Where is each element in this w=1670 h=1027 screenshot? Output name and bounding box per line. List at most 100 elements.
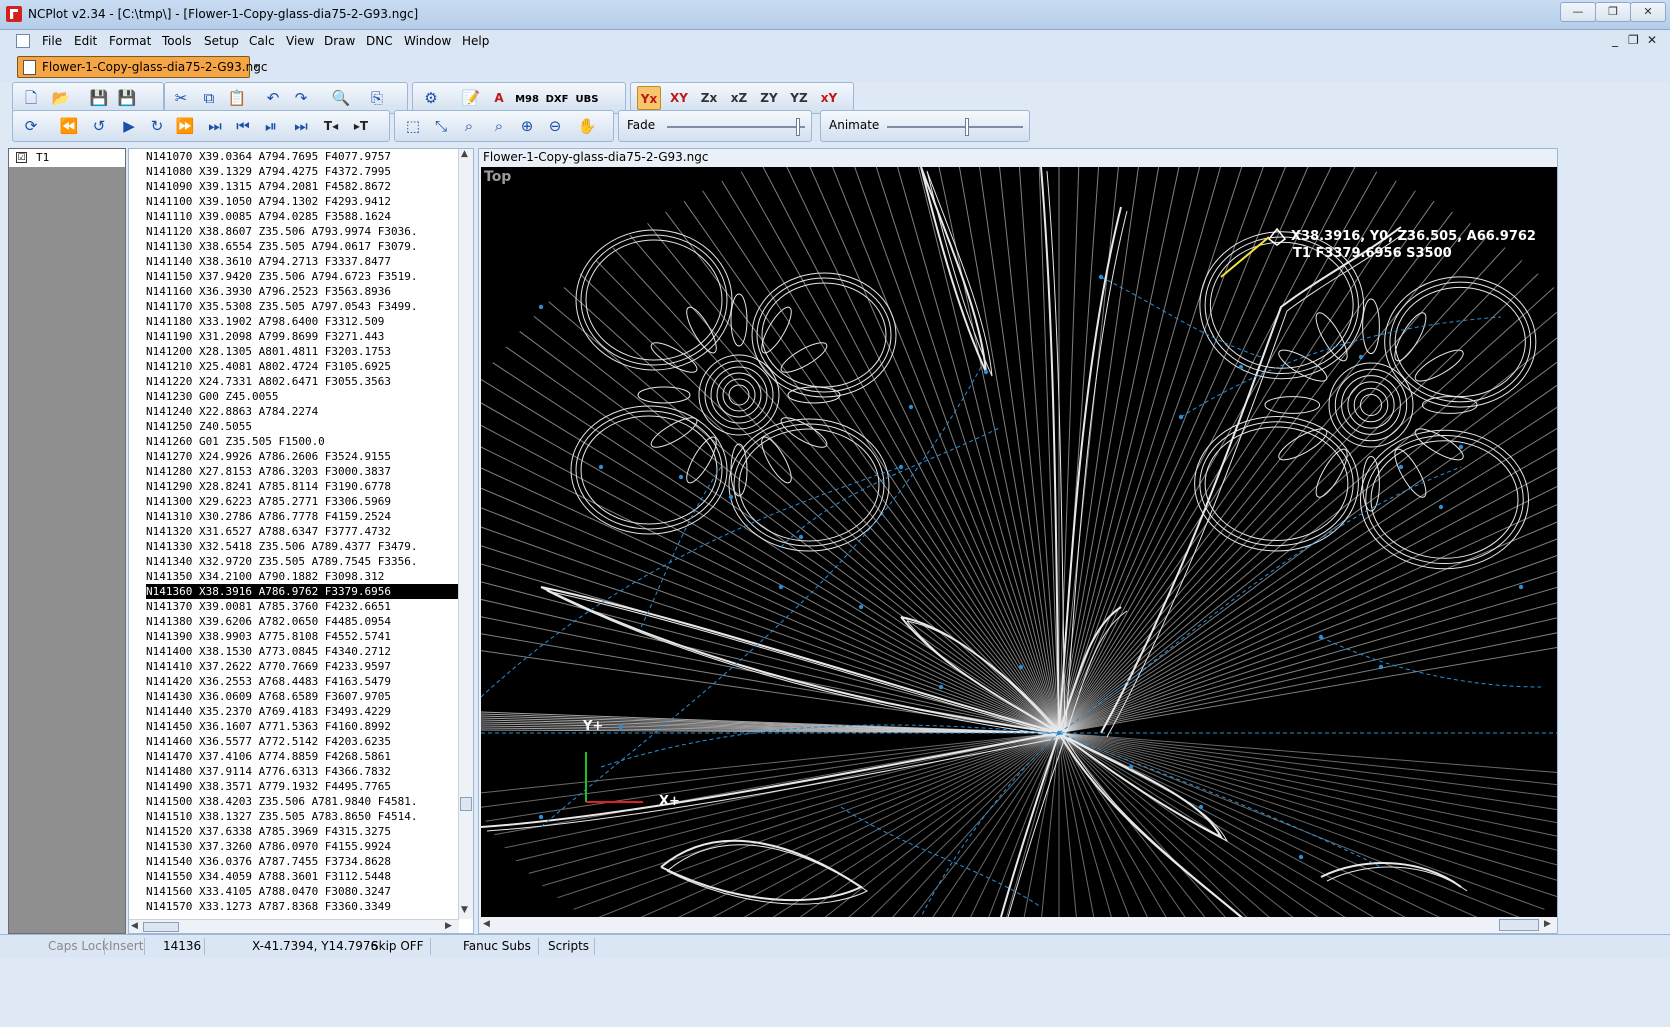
zoom-in-icon[interactable]: ⊕	[515, 114, 539, 138]
menu-view[interactable]: View	[286, 34, 314, 48]
code-line[interactable]: N141500 X38.4203 Z35.506 A781.9840 F4581…	[146, 794, 461, 809]
editor-vertical-scrollbar[interactable]: ▲ ▼	[458, 149, 473, 919]
cut-icon[interactable]: ✂	[169, 86, 193, 110]
step-forward-icon[interactable]: ↻	[145, 114, 169, 138]
minimize-button[interactable]: —	[1560, 2, 1596, 22]
copy-icon[interactable]: ⧉	[197, 86, 221, 110]
document-tab[interactable]: Flower-1-Copy-glass-dia75-2-G93.ngc	[17, 56, 267, 78]
menu-dnc[interactable]: DNC	[366, 34, 393, 48]
code-line[interactable]: N141160 X36.3930 A796.2523 F3563.8936	[146, 284, 461, 299]
mdi-minimize-button[interactable]: _	[1612, 33, 1618, 47]
code-line[interactable]: N141450 X36.1607 A771.5363 F4160.8992	[146, 719, 461, 734]
code-line[interactable]: N141260 G01 Z35.505 F1500.0	[146, 434, 461, 449]
renumber-icon[interactable]: ⎘	[365, 86, 389, 110]
code-line[interactable]: N141560 X33.4105 A788.0470 F3080.3247	[146, 884, 461, 899]
code-line[interactable]: N141200 X28.1305 A801.4811 F3203.1753	[146, 344, 461, 359]
code-line[interactable]: N141490 X38.3571 A779.1932 F4495.7765	[146, 779, 461, 794]
save-icon[interactable]: 💾	[87, 86, 111, 110]
scripts-button[interactable]: Scripts	[548, 939, 589, 953]
gfx-scroll-thumb[interactable]	[1499, 919, 1539, 931]
code-line[interactable]: N141400 X38.1530 A773.0845 F4340.2712	[146, 644, 461, 659]
zoom-x-icon[interactable]: ⤡	[429, 114, 453, 138]
code-line[interactable]: N141410 X37.2622 A770.7669 F4233.9597	[146, 659, 461, 674]
code-line[interactable]: N141220 X24.7331 A802.6471 F3055.3563	[146, 374, 461, 389]
menu-window[interactable]: Window	[404, 34, 451, 48]
plane-zy-button[interactable]: ZY	[757, 86, 781, 110]
code-line-selected[interactable]: N141360 X38.3916 A786.9762 F3379.6956	[146, 584, 461, 599]
code-line[interactable]: N141280 X27.8153 A786.3203 F3000.3837	[146, 464, 461, 479]
machine-icon[interactable]: ⚙	[419, 86, 443, 110]
menu-file[interactable]: File	[42, 34, 62, 48]
code-line[interactable]: N141140 X38.3610 A794.2713 F3337.8477	[146, 254, 461, 269]
code-line[interactable]: N141210 X25.4081 A802.4724 F3105.6925	[146, 359, 461, 374]
code-line[interactable]: N141230 G00 Z45.0055	[146, 389, 461, 404]
refresh-icon[interactable]: ⟳	[19, 114, 43, 138]
fanuc-subs-button[interactable]: Fanuc Subs	[463, 939, 531, 953]
zoom-window-icon[interactable]: ⬚	[401, 114, 425, 138]
editor-hscroll-thumb[interactable]	[143, 922, 179, 932]
zoom-all-icon[interactable]: ⌕	[457, 114, 481, 138]
toolpath-canvas[interactable]	[481, 167, 1557, 917]
code-line[interactable]: N141370 X39.0081 A785.3760 F4232.6651	[146, 599, 461, 614]
font-icon[interactable]: A	[487, 86, 511, 110]
code-line[interactable]: N141380 X39.6206 A782.0650 F4485.0954	[146, 614, 461, 629]
fade-thumb[interactable]	[796, 118, 800, 136]
code-line[interactable]: N141330 X32.5418 Z35.506 A789.4377 F3479…	[146, 539, 461, 554]
code-line[interactable]: N141350 X34.2100 A790.1882 F3098.312	[146, 569, 461, 584]
close-button[interactable]: ✕	[1630, 2, 1666, 22]
scroll-right-icon[interactable]: ▶	[445, 921, 452, 931]
code-line[interactable]: N141470 X37.4106 A774.8859 F4268.5861	[146, 749, 461, 764]
mdi-restore-button[interactable]: ❐	[1628, 33, 1639, 47]
code-line[interactable]: N141460 X36.5577 A772.5142 F4203.6235	[146, 734, 461, 749]
code-line[interactable]: N141110 X39.0085 A794.0285 F3588.1624	[146, 209, 461, 224]
code-line[interactable]: N141310 X30.2786 A786.7778 F4159.2524	[146, 509, 461, 524]
code-editor[interactable]: N141070 X39.0364 A794.7695 F4077.9757 N14…	[128, 148, 474, 934]
pan-hand-icon[interactable]: ✋	[575, 114, 599, 138]
tool-checkbox[interactable]: ☑	[16, 152, 27, 163]
code-line[interactable]: N141320 X31.6527 A788.6347 F3777.4732	[146, 524, 461, 539]
code-line[interactable]: N141170 X35.5308 Z35.505 A797.0543 F3499…	[146, 299, 461, 314]
fast-forward-icon[interactable]: ⏩	[173, 114, 197, 138]
plane-xz-button[interactable]: xZ	[727, 86, 751, 110]
code-line[interactable]: N141190 X31.2098 A799.8699 F3271.443	[146, 329, 461, 344]
code-line[interactable]: N141430 X36.0609 A768.6589 F3607.9705	[146, 689, 461, 704]
tab-dropdown-icon[interactable]: ▾	[254, 62, 259, 72]
zoom-selection-icon[interactable]: ⌕	[487, 114, 511, 138]
rewind-icon[interactable]: ⏪	[57, 114, 81, 138]
code-line[interactable]: N141080 X39.1329 A794.4275 F4372.7995	[146, 164, 461, 179]
editor-scroll-thumb[interactable]	[460, 797, 472, 811]
code-line[interactable]: N141290 X28.8241 A785.8114 F3190.6778	[146, 479, 461, 494]
code-line[interactable]: N141100 X39.1050 A794.1302 F4293.9412	[146, 194, 461, 209]
menu-setup[interactable]: Setup	[204, 34, 239, 48]
fade-slider[interactable]	[667, 118, 805, 136]
go-end-icon[interactable]: ⏭	[203, 114, 227, 138]
step-back-icon[interactable]: ↺	[87, 114, 111, 138]
code-line[interactable]: N141530 X37.3260 A786.0970 F4155.9924	[146, 839, 461, 854]
code-line[interactable]: N141090 X39.1315 A794.2081 F4582.8672	[146, 179, 461, 194]
code-line[interactable]: N141390 X38.9903 A775.8108 F4552.5741	[146, 629, 461, 644]
code-line[interactable]: N141440 X35.2370 A769.4183 F3493.4229	[146, 704, 461, 719]
code-line[interactable]: N141250 Z40.5055	[146, 419, 461, 434]
code-line[interactable]: N141300 X29.6223 A785.2771 F3306.5969	[146, 494, 461, 509]
menu-help[interactable]: Help	[462, 34, 489, 48]
code-line[interactable]: N141270 X24.9926 A786.2606 F3524.9155	[146, 449, 461, 464]
find-icon[interactable]: 🔍	[329, 86, 353, 110]
text-end-icon[interactable]: ▸T	[349, 114, 373, 138]
text-cursor-icon[interactable]: T◂	[319, 114, 343, 138]
toolpath-viewport[interactable]: Top X38.3916, Y0, Z36.505, A66.9762 T1 F…	[481, 167, 1557, 917]
code-line[interactable]: N141420 X36.2553 A768.4483 F4163.5479	[146, 674, 461, 689]
next-block-icon[interactable]: ⏯	[259, 114, 283, 138]
maximize-button[interactable]: ❐	[1595, 2, 1631, 22]
menu-edit[interactable]: Edit	[74, 34, 97, 48]
app-logo-icon[interactable]	[6, 6, 22, 22]
undo-icon[interactable]: ↶	[261, 86, 285, 110]
dxf-button[interactable]: DXF	[545, 88, 569, 112]
animate-slider[interactable]	[887, 118, 1023, 136]
code-line[interactable]: N141150 X37.9420 Z35.506 A794.6723 F3519…	[146, 269, 461, 284]
code-line[interactable]: N141550 X34.4059 A788.3601 F3112.5448	[146, 869, 461, 884]
scroll-down-icon[interactable]: ▼	[461, 905, 468, 915]
save-all-icon[interactable]: 💾	[115, 86, 139, 110]
new-file-icon[interactable]: 🗋	[19, 86, 43, 110]
graphics-horizontal-scrollbar[interactable]: ◀ ▶	[481, 917, 1557, 933]
code-line[interactable]: N141130 X38.6554 Z35.505 A794.0617 F3079…	[146, 239, 461, 254]
